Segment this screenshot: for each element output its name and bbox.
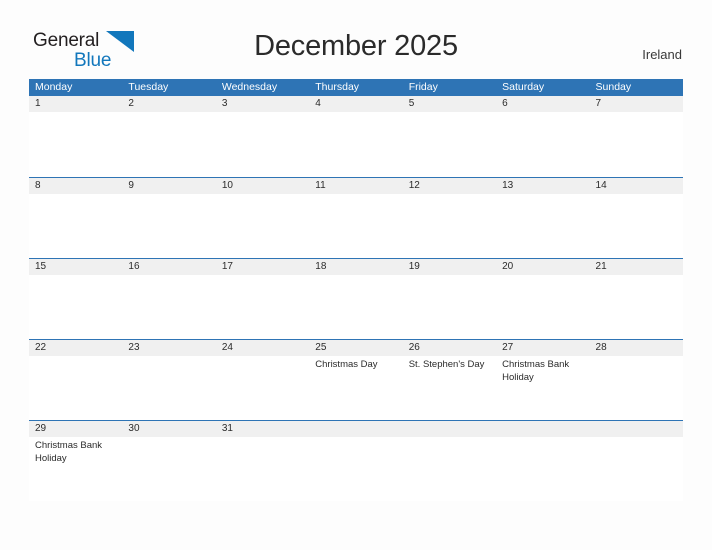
calendar-day-cell[interactable]: 5 bbox=[402, 96, 497, 177]
day-number: 12 bbox=[402, 178, 497, 194]
day-number: 23 bbox=[122, 340, 216, 356]
day-events: Christmas Bank Holiday bbox=[496, 356, 589, 384]
calendar-day-cell[interactable]: 18 bbox=[309, 259, 403, 339]
page-title: December 2025 bbox=[254, 30, 458, 62]
calendar-day-cell[interactable]: 6 bbox=[496, 96, 590, 177]
page-header: General Blue December 2025 Ireland bbox=[0, 0, 712, 79]
calendar-week-row: 22 23 24 25 Christmas Day 26 St. Stephen's Day… bbox=[29, 339, 683, 420]
calendar-week-row: 29 Christmas Bank Holiday 30 31 bbox=[29, 420, 683, 501]
day-number: 16 bbox=[122, 259, 216, 275]
day-number bbox=[496, 421, 590, 437]
calendar-day-cell[interactable]: 17 bbox=[215, 259, 310, 339]
day-number: 4 bbox=[309, 96, 403, 112]
country-label: Ireland bbox=[642, 47, 682, 62]
holiday-label: Christmas Bank Holiday bbox=[35, 440, 103, 464]
calendar-day-cell[interactable]: 12 bbox=[402, 178, 497, 258]
calendar-day-cell-empty[interactable] bbox=[589, 421, 683, 501]
calendar-day-cell-empty[interactable] bbox=[402, 421, 497, 501]
day-number: 15 bbox=[29, 259, 123, 275]
day-number: 11 bbox=[309, 178, 403, 194]
calendar-day-cell[interactable]: 19 bbox=[402, 259, 497, 339]
calendar-day-cell[interactable]: 25 Christmas Day bbox=[309, 340, 403, 420]
calendar-day-cell[interactable]: 2 bbox=[122, 96, 216, 177]
day-number: 13 bbox=[496, 178, 590, 194]
day-events: St. Stephen's Day bbox=[403, 356, 496, 372]
calendar-day-cell[interactable]: 30 bbox=[122, 421, 216, 501]
day-events: Christmas Bank Holiday bbox=[29, 437, 122, 465]
day-number: 1 bbox=[29, 96, 123, 112]
holiday-label: Christmas Bank Holiday bbox=[502, 359, 570, 383]
day-number: 18 bbox=[309, 259, 403, 275]
holiday-label: Christmas Day bbox=[315, 359, 378, 370]
day-number: 2 bbox=[122, 96, 216, 112]
calendar-day-cell[interactable]: 27 Christmas Bank Holiday bbox=[496, 340, 590, 420]
day-number bbox=[309, 421, 403, 437]
calendar-grid: Monday Tuesday Wednesday Thursday Friday… bbox=[29, 79, 683, 501]
calendar-day-cell[interactable]: 3 bbox=[215, 96, 310, 177]
day-events: Christmas Day bbox=[309, 356, 402, 372]
day-number bbox=[402, 421, 497, 437]
day-number bbox=[589, 421, 683, 437]
day-number: 21 bbox=[589, 259, 683, 275]
day-number: 19 bbox=[402, 259, 497, 275]
calendar-day-cell[interactable]: 13 bbox=[496, 178, 590, 258]
day-number: 7 bbox=[589, 96, 683, 112]
weekday-header-row: Monday Tuesday Wednesday Thursday Friday… bbox=[29, 79, 683, 96]
calendar-page: General Blue December 2025 Ireland Monda… bbox=[0, 0, 712, 550]
weekday-header-monday: Monday bbox=[35, 81, 73, 93]
day-number: 6 bbox=[496, 96, 590, 112]
calendar-day-cell-empty[interactable] bbox=[496, 421, 590, 501]
day-number: 20 bbox=[496, 259, 590, 275]
calendar-day-cell[interactable]: 24 bbox=[215, 340, 310, 420]
day-number: 27 bbox=[496, 340, 590, 356]
day-number: 30 bbox=[122, 421, 216, 437]
calendar-day-cell[interactable]: 26 St. Stephen's Day bbox=[402, 340, 497, 420]
calendar-day-cell[interactable]: 29 Christmas Bank Holiday bbox=[29, 421, 123, 501]
calendar-day-cell[interactable]: 7 bbox=[589, 96, 683, 177]
calendar-day-cell[interactable]: 23 bbox=[122, 340, 216, 420]
calendar-week-row: 1234567 bbox=[29, 96, 683, 177]
weekday-header-sunday: Sunday bbox=[595, 81, 632, 93]
calendar-day-cell[interactable]: 8 bbox=[29, 178, 123, 258]
day-number: 10 bbox=[215, 178, 310, 194]
holiday-label: St. Stephen's Day bbox=[408, 359, 485, 370]
day-number: 3 bbox=[215, 96, 310, 112]
calendar-day-cell[interactable]: 20 bbox=[496, 259, 590, 339]
weekday-header-tuesday: Tuesday bbox=[128, 81, 169, 93]
day-number: 28 bbox=[589, 340, 683, 356]
weekday-header-wednesday: Wednesday bbox=[221, 81, 278, 93]
day-number: 26 bbox=[402, 340, 497, 356]
calendar-day-cell[interactable]: 11 bbox=[309, 178, 403, 258]
calendar-day-cell[interactable]: 15 bbox=[29, 259, 123, 339]
day-number: 9 bbox=[122, 178, 216, 194]
calendar-weeks: 1 2 3 4 5 6 7 8 9 10 11 12 13 14 15 16 17 18 19 20 21 22 23 24 2… bbox=[29, 96, 683, 501]
day-number: 5 bbox=[402, 96, 497, 112]
day-number: 22 bbox=[29, 340, 123, 356]
calendar-day-cell[interactable]: 1 bbox=[29, 96, 123, 177]
weekday-header-saturday: Saturday bbox=[502, 81, 545, 93]
calendar-day-cell[interactable]: 9 bbox=[122, 178, 216, 258]
calendar-day-cell[interactable]: 14 bbox=[589, 178, 683, 258]
calendar-day-cell[interactable]: 10 bbox=[215, 178, 310, 258]
day-number: 25 bbox=[309, 340, 403, 356]
calendar-day-cell[interactable]: 31 bbox=[215, 421, 310, 501]
weekday-header-friday: Friday bbox=[408, 81, 438, 93]
day-number: 14 bbox=[589, 178, 683, 194]
calendar-day-cell[interactable]: 4 bbox=[309, 96, 403, 177]
calendar-day-cell-empty[interactable] bbox=[309, 421, 403, 501]
day-number: 29 bbox=[29, 421, 123, 437]
weekday-header-thursday: Thursday bbox=[315, 81, 360, 93]
calendar-day-cell[interactable]: 21 bbox=[589, 259, 683, 339]
calendar-day-cell[interactable]: 28 bbox=[589, 340, 683, 420]
day-number: 24 bbox=[215, 340, 310, 356]
calendar-day-cell[interactable]: 22 bbox=[29, 340, 123, 420]
day-number: 17 bbox=[215, 259, 310, 275]
day-number: 8 bbox=[29, 178, 123, 194]
calendar-week-row: 8 9 10 11 12 13 14 bbox=[29, 177, 683, 258]
calendar-day-cell[interactable]: 16 bbox=[122, 259, 216, 339]
calendar-week-row: 15 16 17 18 19 20 21 bbox=[29, 258, 683, 339]
day-number: 31 bbox=[215, 421, 310, 437]
